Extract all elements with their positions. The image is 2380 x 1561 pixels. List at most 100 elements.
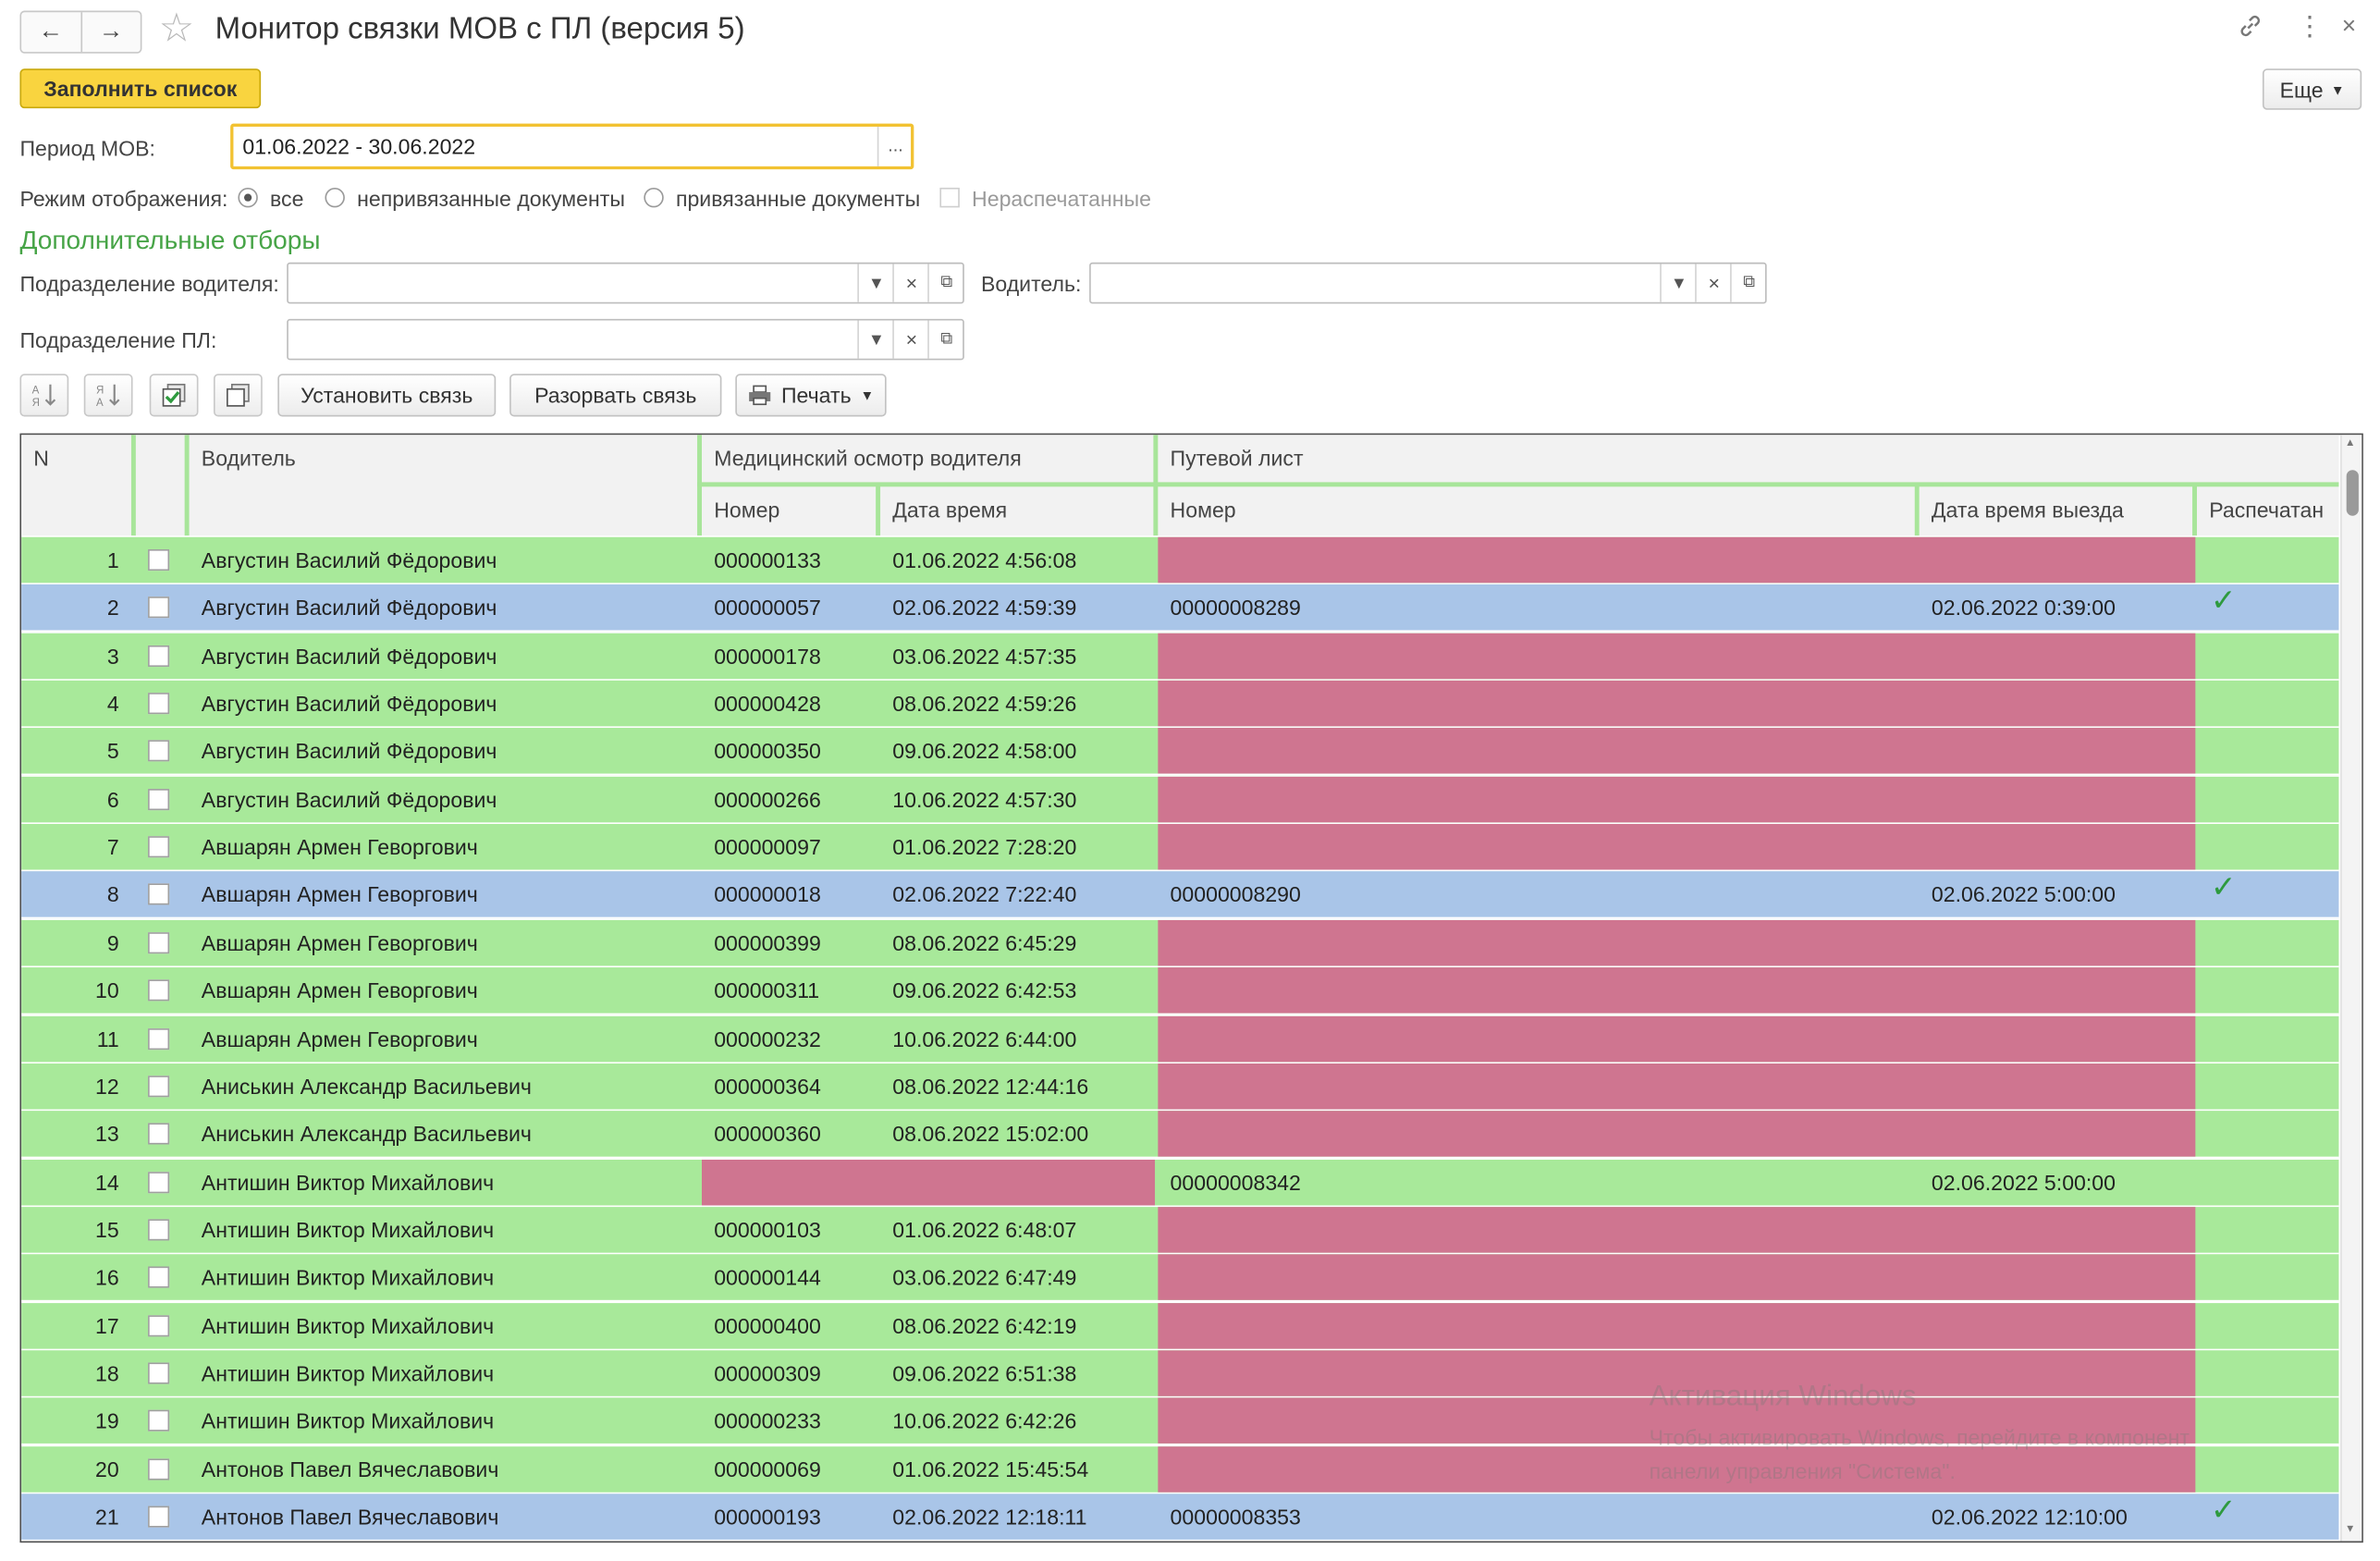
sort-ascending-icon[interactable]: АЯ — [19, 374, 69, 417]
table-row[interactable]: 13 Аниськин Александр Васильевич 000000360… — [21, 1111, 2339, 1159]
row-checkbox[interactable] — [148, 884, 170, 906]
link-button[interactable]: Установить связь — [277, 374, 497, 417]
row-checkbox[interactable] — [148, 836, 170, 858]
mode-radio-unlinked[interactable] — [325, 187, 345, 208]
table-row[interactable]: 17 Антишин Виктор Михайлович 000000400 08.0… — [21, 1302, 2339, 1350]
forward-arrow-icon[interactable]: → — [80, 12, 141, 53]
column-header-waybill-datetime[interactable]: Дата время выезда — [1919, 486, 2194, 536]
mode-radio-linked[interactable] — [644, 187, 664, 208]
fill-list-button[interactable]: Заполнить список — [19, 68, 262, 109]
table-row[interactable]: 8 Авшарян Армен Геворгович 000000018 02.06.… — [21, 871, 2339, 920]
dropdown-arrow-icon[interactable]: ▼ — [857, 264, 894, 302]
med-number: 000000069 — [714, 1457, 821, 1481]
table-row[interactable]: 21 Антонов Павел Вячеславович 000000193 02.… — [21, 1493, 2339, 1542]
row-checkbox[interactable] — [148, 1266, 170, 1289]
scroll-up-icon[interactable]: ▲ — [2345, 438, 2355, 449]
close-icon[interactable]: × — [2342, 14, 2356, 42]
table-row[interactable]: 4 Августин Василий Фёдорович 000000428 08.0… — [21, 680, 2339, 729]
row-checkbox[interactable] — [148, 596, 170, 619]
unlink-button[interactable]: Разорвать связь — [509, 374, 722, 417]
table-row[interactable]: 3 Августин Василий Фёдорович 000000178 03.0… — [21, 633, 2339, 681]
table-row[interactable]: 14 Антишин Виктор Михайлович 00000008342 02… — [21, 1159, 2339, 1207]
row-checkbox[interactable] — [148, 549, 170, 572]
driver-name: Аниськин Александр Васильевич — [201, 1074, 532, 1099]
row-number: 12 — [94, 1074, 119, 1099]
uncheck-all-icon[interactable] — [214, 374, 263, 417]
column-header-driver[interactable]: Водитель — [189, 435, 699, 536]
med-number: 000000103 — [714, 1217, 821, 1242]
print-button-label: Печать — [780, 383, 852, 408]
open-icon[interactable]: ⧉ — [927, 264, 964, 302]
sort-descending-icon[interactable]: ЯА — [83, 374, 133, 417]
table-row[interactable]: 7 Авшарян Армен Геворгович 000000097 01.06.… — [21, 824, 2339, 872]
driver-division-input[interactable]: ▼ × ⧉ — [287, 262, 964, 304]
table-row[interactable]: 16 Антишин Виктор Михайлович 000000144 03.0… — [21, 1254, 2339, 1302]
row-checkbox[interactable] — [148, 1171, 170, 1193]
row-checkbox[interactable] — [148, 1362, 170, 1384]
scroll-down-icon[interactable]: ▼ — [2345, 1524, 2355, 1535]
column-header-n[interactable]: N — [21, 435, 131, 536]
row-checkbox[interactable] — [148, 1219, 170, 1241]
waybill-datetime — [1932, 1255, 2191, 1301]
activation-watermark-text: Чтобы активировать Windows, перейдите в … — [1650, 1420, 2190, 1488]
column-header-waybill-number[interactable]: Номер — [1158, 486, 1915, 536]
column-header-checkbox[interactable] — [134, 435, 187, 536]
check-all-icon[interactable] — [149, 374, 199, 417]
period-select-button[interactable]: ... — [877, 126, 913, 166]
pl-division-input[interactable]: ▼ × ⧉ — [287, 318, 964, 361]
row-checkbox[interactable] — [148, 1314, 170, 1336]
period-input[interactable]: 01.06.2022 - 30.06.2022 ... — [230, 123, 914, 170]
row-checkbox[interactable] — [148, 1075, 170, 1098]
vertical-scrollbar[interactable]: ▲ ▼ — [2340, 435, 2362, 1542]
row-checkbox[interactable] — [148, 1027, 170, 1050]
table-row[interactable]: 10 Авшарян Армен Геворгович 000000311 09.06… — [21, 967, 2339, 1015]
column-header-med-number[interactable]: Номер — [702, 486, 877, 536]
clear-icon[interactable]: × — [892, 320, 929, 359]
print-button[interactable]: Печать ▼ — [735, 374, 887, 417]
dropdown-arrow-icon: ▼ — [2330, 81, 2345, 97]
table-row[interactable]: 5 Августин Василий Фёдорович 000000350 09.0… — [21, 728, 2339, 776]
table-row[interactable]: 9 Авшарян Армен Геворгович 000000399 08.06.… — [21, 919, 2339, 967]
driver-input[interactable]: ▼ × ⧉ — [1089, 262, 1767, 304]
table-row[interactable]: 18 Антишин Виктор Михайлович 000000309 09.0… — [21, 1350, 2339, 1398]
mode-option-linked: привязанные документы — [675, 186, 921, 211]
clear-icon[interactable]: × — [892, 264, 929, 302]
open-icon[interactable]: ⧉ — [927, 320, 964, 359]
back-arrow-icon[interactable]: ← — [21, 12, 80, 52]
unprinted-checkbox[interactable] — [939, 187, 960, 208]
table-row[interactable]: 11 Авшарян Армен Геворгович 000000232 10.06… — [21, 1015, 2339, 1063]
table-row[interactable]: 12 Аниськин Александр Васильевич 000000364… — [21, 1063, 2339, 1111]
column-header-med-datetime[interactable]: Дата время — [880, 486, 1156, 536]
row-checkbox[interactable] — [148, 645, 170, 667]
table-row[interactable]: 15 Антишин Виктор Михайлович 000000103 01.0… — [21, 1206, 2339, 1255]
more-vertical-icon[interactable]: ⋮ — [2296, 11, 2324, 43]
row-checkbox[interactable] — [148, 1457, 170, 1480]
row-checkbox[interactable] — [148, 740, 170, 762]
table-row[interactable]: 1 Августин Василий Фёдорович 000000133 01.0… — [21, 536, 2339, 584]
driver-name: Августин Василий Фёдорович — [201, 547, 497, 572]
dropdown-arrow-icon[interactable]: ▼ — [857, 320, 894, 359]
row-checkbox[interactable] — [148, 788, 170, 810]
scrollbar-thumb[interactable] — [2346, 470, 2359, 516]
dropdown-arrow-icon[interactable]: ▼ — [1660, 264, 1697, 302]
row-checkbox[interactable] — [148, 1123, 170, 1145]
mode-radio-all[interactable] — [238, 187, 258, 208]
favorite-star-icon[interactable]: ☆ — [159, 7, 194, 47]
table-row[interactable]: 2 Августин Василий Фёдорович 000000057 02.0… — [21, 584, 2339, 633]
med-datetime: 08.06.2022 12:44:16 — [892, 1074, 1089, 1099]
table-row[interactable]: 6 Августин Василий Фёдорович 000000266 10.0… — [21, 776, 2339, 824]
clear-icon[interactable]: × — [1695, 264, 1732, 302]
printed-check-icon: ✓ — [2210, 871, 2237, 906]
row-checkbox[interactable] — [148, 931, 170, 953]
row-checkbox[interactable] — [148, 1410, 170, 1432]
row-checkbox[interactable] — [148, 979, 170, 1002]
driver-name: Антишин Виктор Михайлович — [201, 1265, 495, 1290]
open-icon[interactable]: ⧉ — [1730, 264, 1767, 302]
driver-name: Авшарян Армен Геворгович — [201, 882, 478, 907]
row-checkbox[interactable] — [148, 693, 170, 715]
row-checkbox[interactable] — [148, 1506, 170, 1528]
column-header-printed[interactable]: Распечатан — [2197, 486, 2339, 536]
link-icon[interactable] — [2239, 14, 2263, 46]
med-datetime: 02.06.2022 7:22:40 — [892, 882, 1077, 907]
more-button[interactable]: Еще ▼ — [2262, 68, 2362, 110]
